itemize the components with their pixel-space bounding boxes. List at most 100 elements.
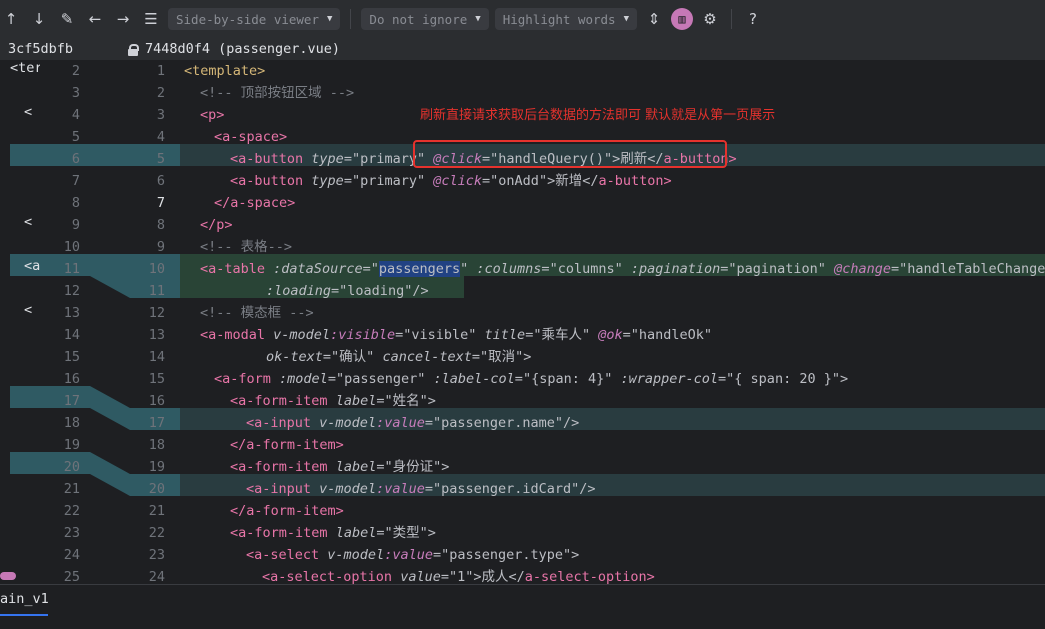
right-line-number: 23: [148, 547, 165, 563]
arrow-up-icon[interactable]: ↑: [0, 8, 22, 30]
branch-tab[interactable]: ain_v1: [0, 591, 49, 607]
code-line-10: <a-table :dataSource="passengers" :colum…: [200, 261, 1045, 277]
code-line-2: <!-- 顶部按钮区域 -->: [200, 85, 355, 101]
highlight-mode-select[interactable]: Highlight words ▼: [494, 8, 637, 30]
left-line-number: 19: [63, 437, 80, 453]
left-line-number: 20: [63, 459, 80, 475]
right-line-number: 18: [148, 437, 165, 453]
right-line-number: 5: [156, 151, 165, 167]
scroll-marker[interactable]: [0, 572, 16, 580]
right-line-number: 8: [156, 217, 165, 233]
toolbar-divider: [350, 9, 352, 29]
code-line-7: </a-space>: [214, 195, 296, 211]
left-line-number: 21: [63, 481, 80, 497]
code-line-9: <!-- 表格-->: [200, 239, 293, 255]
right-line-number: 6: [156, 173, 165, 189]
right-line-number: 15: [148, 371, 165, 387]
lock-icon: [128, 43, 139, 56]
right-revision-label: 7448d0f4 (passenger.vue): [145, 41, 341, 57]
right-line-number: 1: [156, 63, 165, 79]
code-line-15: <a-form :model="passenger" :label-col="{…: [214, 371, 849, 387]
right-line-number: 7: [156, 195, 165, 211]
code-line-23: <a-select v-model:value="passenger.type"…: [246, 547, 580, 563]
viewer-mode-label: Side-by-side viewer: [176, 11, 319, 27]
right-line-number: 12: [148, 305, 165, 321]
code-line-11: :loading="loading"/>: [266, 283, 429, 299]
left-line-number: 4: [71, 107, 80, 123]
code-line-13: <a-modal v-model:visible="visible" title…: [200, 327, 713, 343]
side-by-side-toggle-icon[interactable]: ▥: [671, 8, 693, 30]
left-line-number: 14: [63, 327, 80, 343]
red-annotation-text: 刷新直接请求获取后台数据的方法即可 默认就是从第一页展示: [420, 108, 776, 123]
arrow-left-icon[interactable]: ←: [84, 8, 106, 30]
right-line-number: 10: [148, 261, 165, 277]
left-line-number: 13: [63, 305, 80, 321]
left-line-number: 6: [71, 151, 80, 167]
highlight-mode-label: Highlight words: [502, 11, 616, 27]
code-line-14: ok-text="确认" cancel-text="取消">: [266, 349, 532, 365]
right-line-number: 17: [148, 415, 165, 431]
left-line-number: 12: [63, 283, 80, 299]
right-line-number: 9: [156, 239, 165, 255]
code-line-8: </p>: [200, 217, 233, 233]
code-line-6: <a-button type="primary" @click="onAdd">…: [230, 173, 672, 189]
code-line-20: <a-input v-model:value="passenger.idCard…: [246, 481, 596, 497]
code-line-18: </a-form-item>: [230, 437, 344, 453]
right-line-number: 4: [156, 129, 165, 145]
left-line-number: 17: [63, 393, 80, 409]
right-file-header: 7448d0f4 (passenger.vue): [110, 38, 1045, 60]
arrow-right-icon[interactable]: →: [112, 8, 134, 30]
help-icon[interactable]: ?: [742, 8, 764, 30]
collapse-unchanged-icon[interactable]: ⇕: [643, 8, 665, 30]
bottom-panel: ain_v1: [0, 584, 1045, 629]
left-line-number: 7: [71, 173, 80, 189]
ignore-mode-select[interactable]: Do not ignore ▼: [361, 8, 489, 30]
left-file-header: 3cf5dbfb: [0, 38, 110, 60]
viewer-mode-select[interactable]: Side-by-side viewer ▼: [168, 8, 341, 30]
left-line-number: 8: [71, 195, 80, 211]
list-icon[interactable]: ☰: [140, 8, 162, 30]
left-code-snippet: <: [24, 104, 33, 120]
left-line-number: 23: [63, 525, 80, 541]
left-editor-pane[interactable]: <ter < < < <a: [0, 60, 40, 584]
left-line-number: 24: [63, 547, 80, 563]
left-diff-band: [10, 144, 40, 166]
left-line-number: 16: [63, 371, 80, 387]
code-line-24: <a-select-option value="1">成人</a-select-…: [262, 569, 655, 584]
left-code-snippet: <: [24, 214, 33, 230]
diff-toolbar: ↑ ↓ ✎ ← → ☰ Side-by-side viewer ▼ Do not…: [0, 0, 1045, 38]
right-line-number: 22: [148, 525, 165, 541]
left-code-snippet: <a: [24, 258, 40, 274]
ignore-mode-label: Do not ignore: [369, 11, 468, 27]
left-line-number: 15: [63, 349, 80, 365]
active-tab-indicator: [0, 614, 48, 616]
right-line-number: 3: [156, 107, 165, 123]
right-line-number: 13: [148, 327, 165, 343]
right-line-number: 11: [148, 283, 165, 299]
arrow-down-icon[interactable]: ↓: [28, 8, 50, 30]
left-diff-band: [10, 386, 40, 408]
edit-icon[interactable]: ✎: [56, 8, 78, 30]
left-line-number: 18: [63, 415, 80, 431]
left-line-number: 3: [71, 85, 80, 101]
right-line-number: 2: [156, 85, 165, 101]
left-line-number: 9: [71, 217, 80, 233]
code-line-19: <a-form-item label="身份证">: [230, 459, 450, 475]
diff-gutter: 2 3 4 5 6 7 8 9 10 11 12 13 14 15 16 17 18 19 20 21 22 23 24 25…: [40, 60, 180, 585]
toolbar-divider: [731, 9, 732, 29]
code-line-1: <template>: [184, 63, 266, 79]
code-line-4: <a-space>: [214, 129, 288, 145]
red-highlight-box: [413, 140, 727, 168]
code-line-17: <a-input v-model:value="passenger.name"/…: [246, 415, 580, 431]
chevron-down-icon: ▼: [327, 14, 333, 24]
gear-icon[interactable]: ⚙: [699, 8, 721, 30]
left-code-snippet: <: [24, 302, 33, 318]
right-line-number: 19: [148, 459, 165, 475]
left-revision-label: 3cf5dbfb: [8, 41, 74, 57]
code-line-16: <a-form-item label="姓名">: [230, 393, 436, 409]
left-line-number: 5: [71, 129, 80, 145]
left-code-snippet: <ter: [10, 60, 40, 76]
left-line-number: 22: [63, 503, 80, 519]
right-line-number: 20: [148, 481, 165, 497]
right-editor-pane[interactable]: <template> <!-- 顶部按钮区域 --> <p> <a-space>…: [180, 60, 1045, 584]
